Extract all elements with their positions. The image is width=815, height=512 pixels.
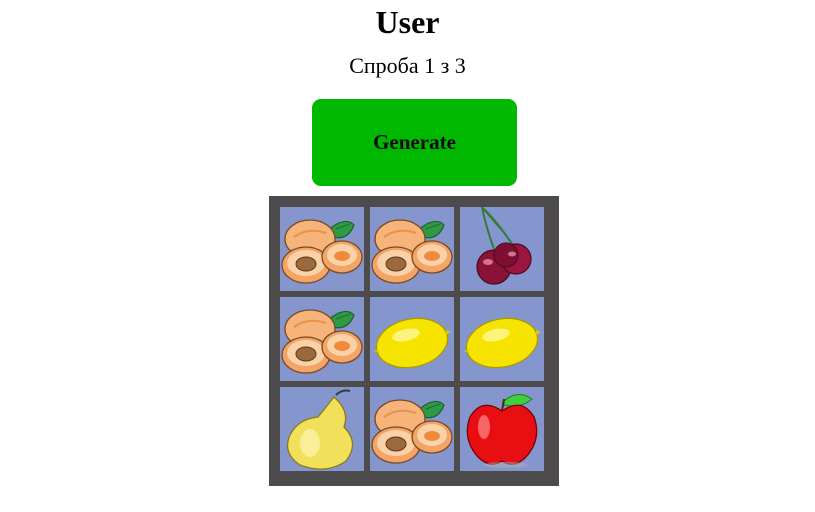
pear-icon <box>286 389 354 470</box>
generate-button[interactable]: Generate <box>312 99 517 186</box>
apricot-icon <box>371 219 453 284</box>
slot-cell <box>280 387 364 471</box>
player-name: User <box>375 4 440 40</box>
slot-cell <box>460 387 544 471</box>
slot-cell <box>370 297 454 381</box>
apricot-icon <box>281 219 363 284</box>
cherry-icon <box>476 207 532 285</box>
slot-cell <box>370 207 454 291</box>
game-page: User Спроба 1 з 3 Generate <box>0 0 815 512</box>
slot-board <box>269 196 559 486</box>
slot-cell <box>370 387 454 471</box>
attempt-counter: Спроба 1 з 3 <box>349 53 466 78</box>
lemon-icon <box>464 317 541 369</box>
lemon-icon <box>374 317 451 369</box>
slot-cell <box>280 297 364 381</box>
apricot-icon <box>371 399 453 464</box>
slot-cell <box>280 207 364 291</box>
slot-cell <box>460 207 544 291</box>
slot-cell <box>460 297 544 381</box>
apricot-icon <box>281 309 363 374</box>
apple-icon <box>466 394 538 468</box>
